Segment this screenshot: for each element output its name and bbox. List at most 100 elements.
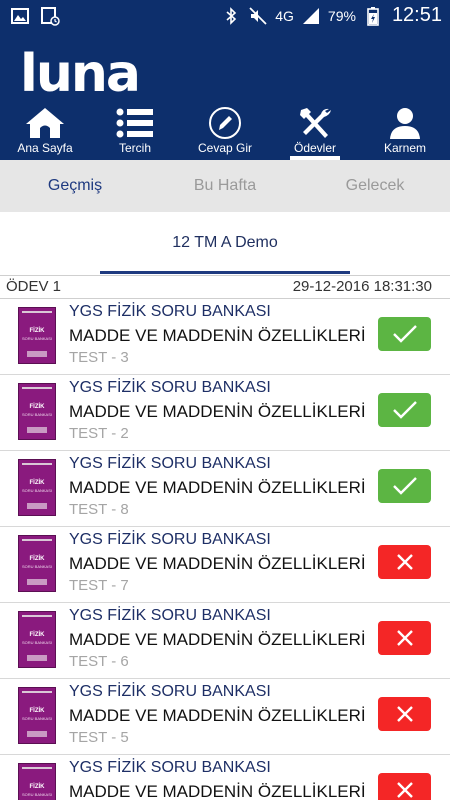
incomplete-status-button[interactable] bbox=[378, 545, 431, 579]
book-cover-image: FİZİK SORU BANKASI bbox=[18, 307, 56, 364]
close-icon bbox=[396, 706, 413, 722]
cover-subtitle: SORU BANKASI bbox=[21, 336, 52, 341]
list-item[interactable]: FİZİK SORU BANKASI YGS FİZİK SORU BANKASI M… bbox=[0, 375, 450, 451]
test-number: TEST - 8 bbox=[69, 501, 129, 518]
test-number: TEST - 3 bbox=[69, 349, 129, 366]
network-type: 4G bbox=[275, 7, 294, 24]
cover-logo bbox=[27, 731, 47, 737]
test-number: TEST - 6 bbox=[69, 653, 129, 670]
cover-title: FİZİK bbox=[29, 708, 45, 714]
app-logo: luna bbox=[20, 44, 141, 104]
topic-title: MADDE VE MADDENİN ÖZELLİKLERİ bbox=[69, 630, 366, 649]
book-cover-image: FİZİK SORU BANKASI bbox=[18, 611, 56, 668]
tools-icon bbox=[300, 108, 331, 138]
status-bar: 4G 79% 12:51 bbox=[0, 0, 450, 32]
battery-charging-icon bbox=[367, 6, 379, 26]
cover-title: FİZİK bbox=[29, 632, 45, 638]
homework-header: ÖDEV 1 29-12-2016 18:31:30 bbox=[0, 275, 450, 299]
cover-stripe bbox=[22, 463, 52, 465]
mute-icon bbox=[249, 6, 267, 25]
cover-logo bbox=[27, 579, 47, 585]
nav-item-cevap-gir[interactable]: Cevap Gir bbox=[180, 104, 270, 160]
book-title: YGS FİZİK SORU BANKASI bbox=[69, 683, 271, 700]
topic-title: MADDE VE MADDENİN ÖZELLİKLERİ bbox=[69, 402, 366, 421]
class-tab-label: 12 TM A Demo bbox=[172, 234, 278, 251]
signal-icon bbox=[302, 7, 319, 24]
nav-item-karnem[interactable]: Karnem bbox=[360, 104, 450, 160]
test-number: TEST - 7 bbox=[69, 577, 129, 594]
incomplete-status-button[interactable] bbox=[378, 697, 431, 731]
check-icon bbox=[392, 401, 417, 419]
homework-title: ÖDEV 1 bbox=[6, 278, 62, 295]
list-item[interactable]: FİZİK SORU BANKASI YGS FİZİK SORU BANKASI M… bbox=[0, 299, 450, 375]
cover-subtitle: SORU BANKASI bbox=[21, 564, 52, 569]
cover-title: FİZİK bbox=[29, 556, 45, 562]
check-icon bbox=[392, 477, 417, 495]
topic-title: MADDE VE MADDENİN ÖZELLİKLERİ bbox=[69, 706, 366, 725]
topic-title: MADDE VE MADDENİN ÖZELLİKLERİ bbox=[69, 782, 366, 800]
class-tab-indicator bbox=[100, 271, 350, 274]
book-title: YGS FİZİK SORU BANKASI bbox=[69, 759, 271, 776]
cover-stripe bbox=[22, 311, 52, 313]
period-tabs: Geçmiş Bu Hafta Gelecek bbox=[0, 160, 450, 212]
book-title: YGS FİZİK SORU BANKASI bbox=[69, 379, 271, 396]
cover-stripe bbox=[22, 691, 52, 693]
cover-subtitle: SORU BANKASI bbox=[21, 488, 52, 493]
test-number: TEST - 2 bbox=[69, 425, 129, 442]
app-header: luna Ana Sayfa Tercih Cevap Gir Ödevler … bbox=[0, 32, 450, 160]
tab-bu-hafta[interactable]: Bu Hafta bbox=[150, 160, 300, 212]
nav-label-cevap-gir: Cevap Gir bbox=[197, 141, 253, 155]
book-cover-image: FİZİK SORU BANKASI bbox=[18, 535, 56, 592]
tab-gecmis[interactable]: Geçmiş bbox=[0, 160, 150, 212]
cover-logo bbox=[27, 427, 47, 433]
cover-stripe bbox=[22, 387, 52, 389]
home-icon bbox=[26, 108, 64, 138]
homework-date: 29-12-2016 18:31:30 bbox=[292, 278, 432, 295]
nav-label-home: Ana Sayfa bbox=[17, 141, 73, 155]
completed-status-button[interactable] bbox=[378, 317, 431, 351]
book-title: YGS FİZİK SORU BANKASI bbox=[69, 303, 271, 320]
cover-logo bbox=[27, 655, 47, 661]
completed-status-button[interactable] bbox=[378, 393, 431, 427]
nav-item-home[interactable]: Ana Sayfa bbox=[0, 104, 90, 160]
list-item[interactable]: FİZİK SORU BANKASI YGS FİZİK SORU BANKASI M… bbox=[0, 755, 450, 800]
topic-title: MADDE VE MADDENİN ÖZELLİKLERİ bbox=[69, 554, 366, 573]
cover-title: FİZİK bbox=[29, 328, 45, 334]
nav-item-tercih[interactable]: Tercih bbox=[90, 104, 180, 160]
book-title: YGS FİZİK SORU BANKASI bbox=[69, 531, 271, 548]
list-item[interactable]: FİZİK SORU BANKASI YGS FİZİK SORU BANKASI M… bbox=[0, 451, 450, 527]
class-tab[interactable]: 12 TM A Demo bbox=[0, 212, 450, 274]
topic-title: MADDE VE MADDENİN ÖZELLİKLERİ bbox=[69, 478, 366, 497]
calendar-icon bbox=[41, 7, 60, 26]
battery-percent: 79% bbox=[327, 7, 356, 24]
topic-title: MADDE VE MADDENİN ÖZELLİKLERİ bbox=[69, 326, 366, 345]
cover-subtitle: SORU BANKASI bbox=[21, 412, 52, 417]
gallery-icon bbox=[11, 8, 29, 24]
book-cover-image: FİZİK SORU BANKASI bbox=[18, 383, 56, 440]
book-cover-image: FİZİK SORU BANKASI bbox=[18, 687, 56, 744]
book-title: YGS FİZİK SORU BANKASI bbox=[69, 607, 271, 624]
cover-subtitle: SORU BANKASI bbox=[21, 792, 52, 797]
cover-title: FİZİK bbox=[29, 404, 45, 410]
list-item[interactable]: FİZİK SORU BANKASI YGS FİZİK SORU BANKASI M… bbox=[0, 527, 450, 603]
close-icon bbox=[396, 630, 413, 646]
nav-label-karnem: Karnem bbox=[383, 141, 427, 155]
book-title: YGS FİZİK SORU BANKASI bbox=[69, 455, 271, 472]
cover-subtitle: SORU BANKASI bbox=[21, 640, 52, 645]
pencil-icon bbox=[209, 107, 241, 139]
close-icon bbox=[396, 554, 413, 570]
list-item[interactable]: FİZİK SORU BANKASI YGS FİZİK SORU BANKASI M… bbox=[0, 603, 450, 679]
incomplete-status-button[interactable] bbox=[378, 773, 431, 800]
completed-status-button[interactable] bbox=[378, 469, 431, 503]
cover-subtitle: SORU BANKASI bbox=[21, 716, 52, 721]
book-cover-image: FİZİK SORU BANKASI bbox=[18, 459, 56, 516]
list-icon bbox=[116, 108, 153, 138]
close-icon bbox=[396, 782, 413, 798]
nav-item-odevler[interactable]: Ödevler bbox=[270, 104, 360, 160]
tab-gelecek[interactable]: Gelecek bbox=[300, 160, 450, 212]
homework-list: FİZİK SORU BANKASI YGS FİZİK SORU BANKASI M… bbox=[0, 299, 450, 800]
incomplete-status-button[interactable] bbox=[378, 621, 431, 655]
cover-stripe bbox=[22, 615, 52, 617]
list-item[interactable]: FİZİK SORU BANKASI YGS FİZİK SORU BANKASI M… bbox=[0, 679, 450, 755]
cover-stripe bbox=[22, 539, 52, 541]
